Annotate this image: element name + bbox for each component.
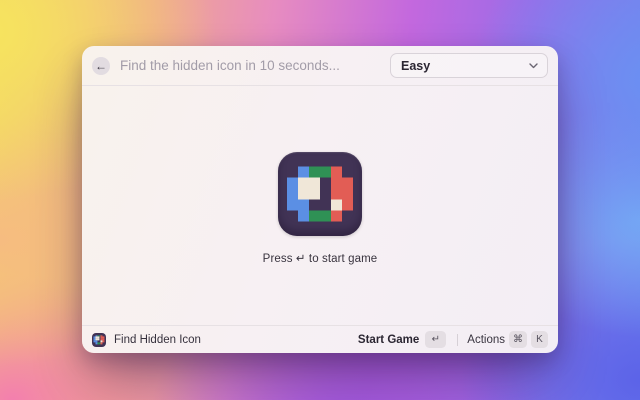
back-arrow-icon: ← — [95, 60, 107, 72]
desktop-background: { "header": { "back_icon": "←", "search_… — [0, 0, 640, 400]
command-keycap: ⌘ — [509, 331, 527, 348]
actions-button[interactable]: Actions — [467, 334, 505, 346]
app-window: ← Find the hidden icon in 10 seconds... … — [82, 46, 558, 353]
footer-divider — [457, 334, 458, 346]
footer-bar: Find Hidden Icon Start Game ↵ Actions ⌘ … — [82, 325, 558, 353]
game-app-icon — [278, 152, 362, 236]
app-logo-icon — [92, 333, 106, 347]
chevron-down-icon — [529, 63, 538, 69]
k-keycap: K — [531, 331, 548, 348]
back-button[interactable]: ← — [92, 57, 110, 75]
difficulty-dropdown[interactable]: Easy — [390, 53, 548, 78]
header-bar: ← Find the hidden icon in 10 seconds... … — [82, 46, 558, 86]
start-hint-text: Press ↵ to start game — [263, 251, 378, 265]
start-game-button[interactable]: Start Game — [358, 334, 419, 346]
enter-keycap: ↵ — [425, 331, 446, 348]
difficulty-value: Easy — [401, 59, 430, 73]
main-content: Press ↵ to start game — [82, 86, 558, 325]
app-name: Find Hidden Icon — [114, 334, 201, 346]
search-input[interactable]: Find the hidden icon in 10 seconds... — [120, 58, 390, 73]
